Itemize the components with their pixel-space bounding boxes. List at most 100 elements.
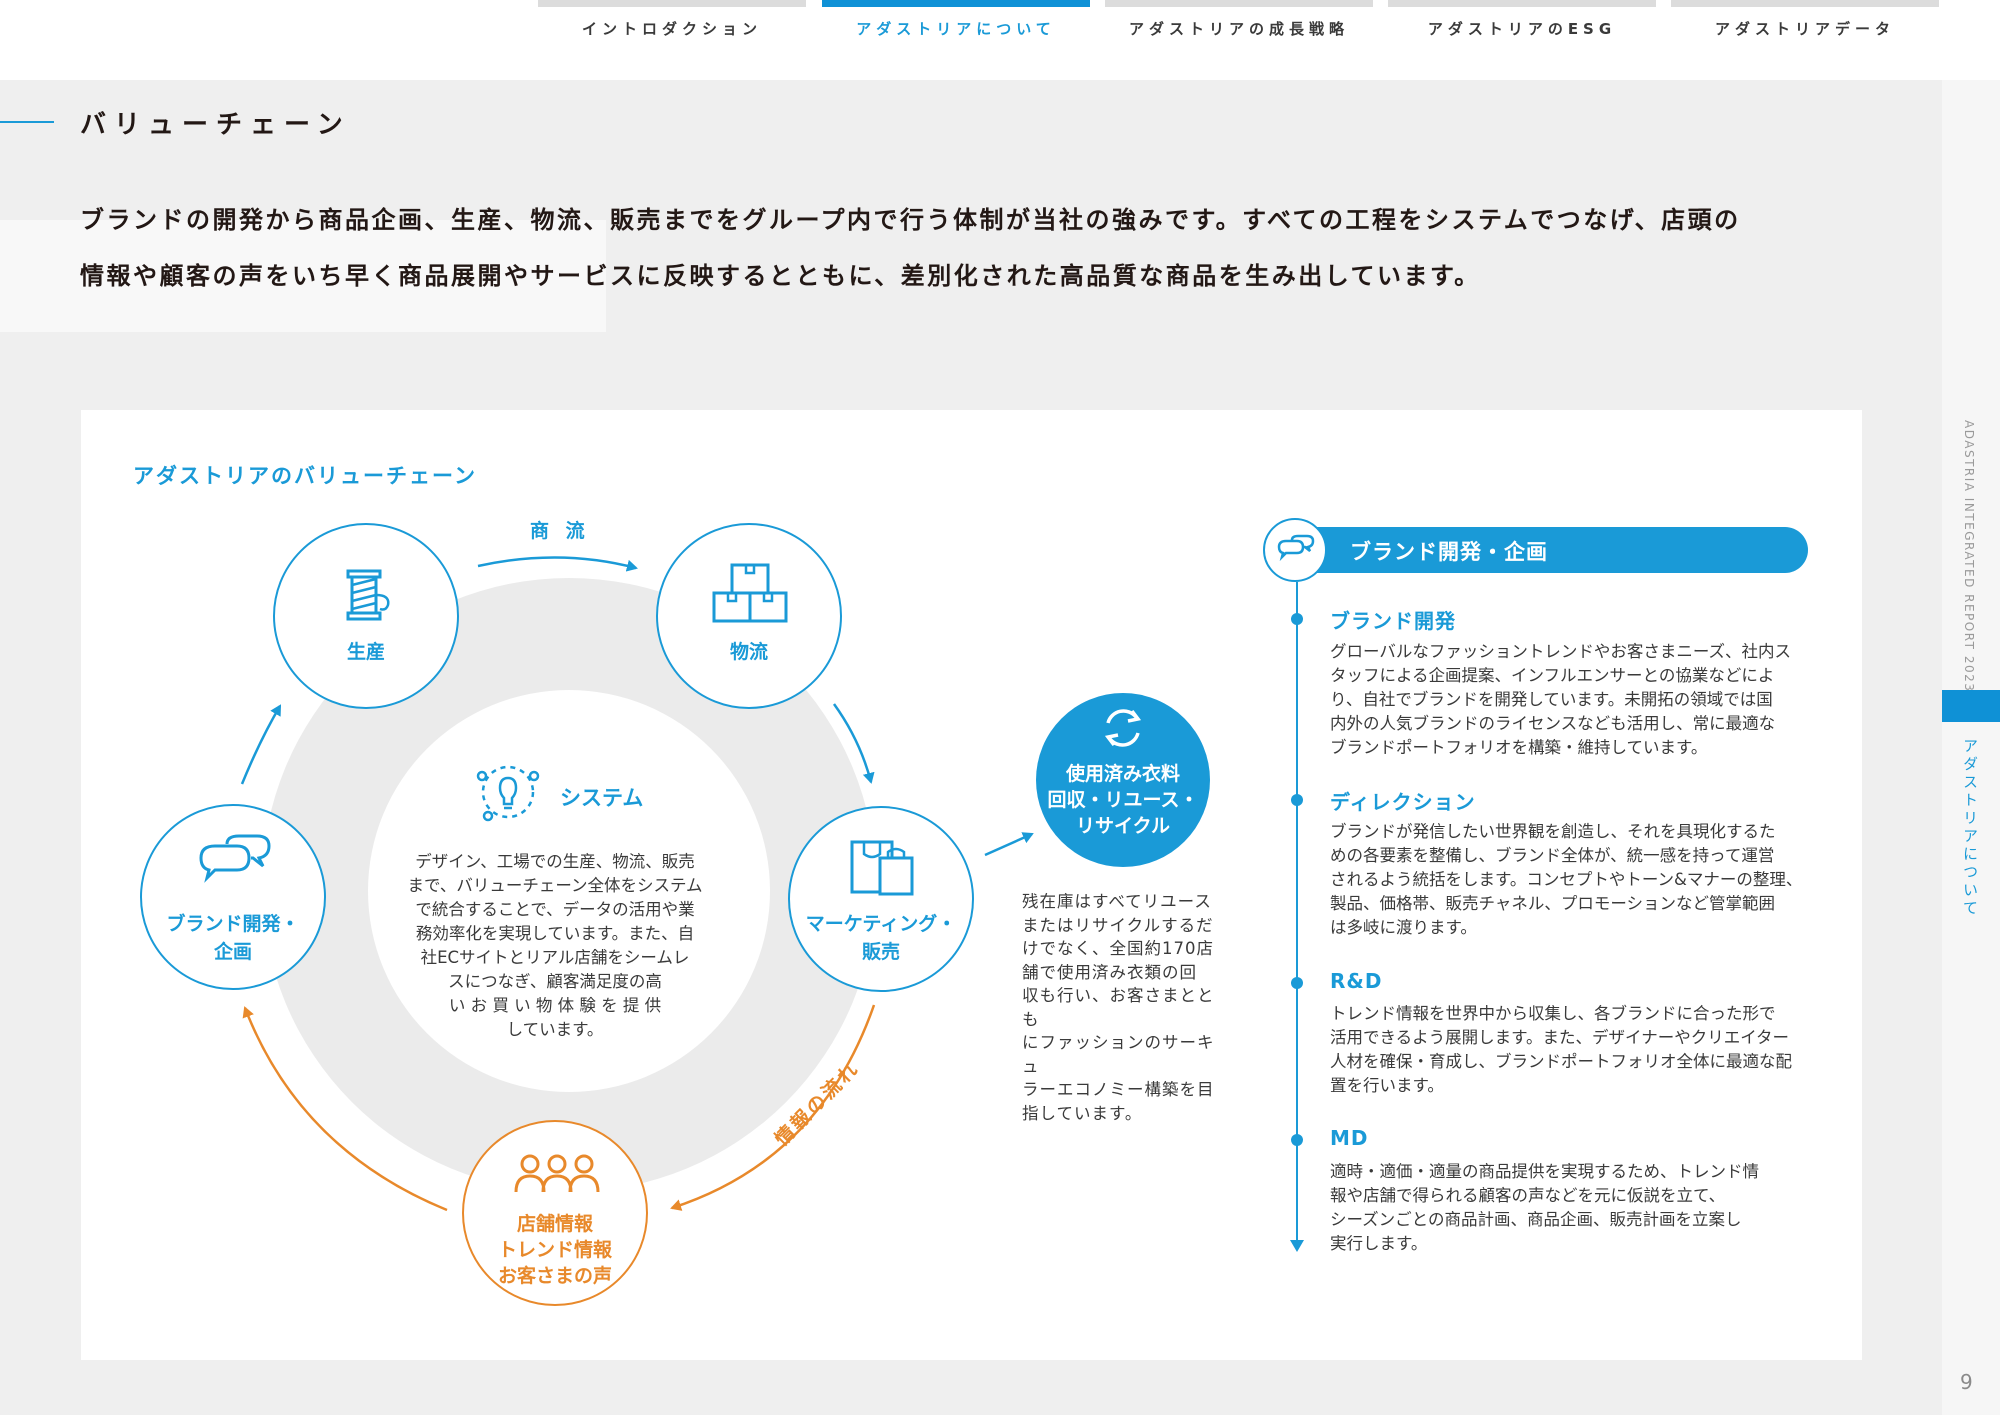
tab-esg[interactable]: アダストリアのESG	[1388, 0, 1656, 80]
node-marketing-sales: マーケティング・ 販売	[788, 806, 974, 992]
entry-text-line: 報や店舗で得られる顧客の声などを元に仮説を立て、	[1330, 1186, 1726, 1205]
side-index-marker[interactable]	[1942, 690, 2000, 722]
node-label: マーケティング・	[805, 913, 957, 935]
side-section-label[interactable]: アダストリアについて	[1960, 738, 1981, 918]
system-text-line: い お 買 い 物 体 験 を 提 供	[448, 996, 662, 1015]
diagram-title: アダストリアのバリューチェーン	[133, 464, 477, 488]
system-text-line: 務効率化を実現しています。また、自	[415, 924, 695, 943]
tab-label: アダストリアのESG	[1427, 20, 1617, 38]
entry-text-line: ブランドが発信したい世界観を創造し、それを具現化するた	[1330, 822, 1776, 841]
tab-indicator	[1388, 0, 1656, 7]
tab-indicator	[822, 0, 1090, 7]
recycle-text-line: 収も行い、お客さまととも	[1022, 986, 1215, 1029]
node-store-information: 店舗情報 トレンド情報 お客さまの声	[462, 1120, 648, 1306]
tab-label: アダストリアの成長戦略	[1128, 20, 1349, 38]
tab-indicator	[1105, 0, 1373, 7]
node-label: 物流	[729, 641, 768, 663]
tab-label: アダストリアについて	[856, 20, 1056, 38]
node-label: トレンド情報	[497, 1239, 612, 1261]
speech-bubbles-icon	[1277, 534, 1315, 562]
boxes-icon	[712, 563, 788, 623]
recycle-label-line: 回収・リユース・	[1047, 789, 1199, 811]
recycle-label-line: 使用済み衣料	[1065, 763, 1180, 785]
section-heading-rule	[0, 121, 54, 123]
entry-title-rnd: R&D	[1330, 969, 1383, 993]
node-label: ブランド開発・	[166, 913, 300, 935]
entry-text-line: 置を行います。	[1330, 1076, 1444, 1095]
lead-text-line-2: 情報や顧客の声をいち早く商品展開やサービスに反映するとともに、差別化された高品質…	[80, 262, 1481, 290]
timeline-dot	[1291, 794, 1303, 806]
system-text-line: しています。	[506, 1020, 604, 1039]
entry-title-direction: ディレクション	[1330, 790, 1476, 814]
report-page: イントロダクション アダストリアについて アダストリアの成長戦略 アダストリアの…	[0, 0, 2000, 1415]
tab-about-adastria[interactable]: アダストリアについて	[822, 0, 1090, 80]
lightbulb-icon	[476, 765, 540, 822]
entry-text-line: めの各要素を整備し、ブランド全体が、統一感を持って運営	[1330, 846, 1775, 865]
entry-body-direction: ブランドが発信したい世界観を創造し、それを具現化するた めの各要素を整備し、ブラ…	[1330, 820, 1810, 940]
system-text-line: デザイン、工場での生産、物流、販売	[415, 852, 695, 871]
entry-text-line: ブランドポートフォリオを構築・維持しています。	[1330, 738, 1708, 757]
timeline-dot	[1291, 977, 1303, 989]
entry-body-rnd: トレンド情報を世界中から収集し、各ブランドに合った形で 活用できるよう展開します…	[1330, 1002, 1810, 1098]
recycle-text-line: ラーエコノミー構築を目	[1022, 1080, 1215, 1099]
entry-title-md: MD	[1330, 1126, 1369, 1150]
recycle-description: 残在庫はすべてリユース またはリサイクルするだ けでなく、全国約170店 舗で使…	[1022, 890, 1227, 1125]
lead-text-line-1: ブランドの開発から商品企画、生産、物流、販売までをグループ内で行う体制が当社の強…	[80, 206, 1741, 234]
page-number: 9	[1960, 1370, 1973, 1394]
entry-text-line: 人材を確保・育成し、ブランドポートフォリオ全体に最適な配	[1330, 1052, 1792, 1071]
entry-text-line: タッフによる企画提案、インフルエンサーとの協業などによ	[1330, 666, 1775, 685]
node-brand-development: ブランド開発・ 企画	[140, 804, 326, 990]
tab-label: イントロダクション	[581, 20, 762, 38]
entry-text-line: り、自社でブランドを開発しています。未開拓の領域では国	[1330, 690, 1773, 709]
entry-title-brand-development: ブランド開発	[1330, 609, 1456, 633]
entry-text-line: 実行します。	[1330, 1234, 1428, 1253]
recycle-label-line: リサイクル	[1075, 815, 1171, 837]
entry-text-line: は多岐に渡ります。	[1330, 918, 1477, 937]
recycle-text-line: またはリサイクルするだ	[1022, 915, 1214, 935]
entry-text-line: グローバルなファッショントレンドやお客さまニーズ、社内ス	[1330, 642, 1792, 661]
node-label: 企画	[213, 941, 252, 963]
entry-text-line: シーズンごとの商品計画、商品企画、販売計画を立案し	[1330, 1210, 1742, 1229]
recycle-text-line: 残在庫はすべてリユース	[1022, 892, 1212, 911]
brand-panel-badge	[1263, 518, 1327, 582]
system-text-line: 社ECサイトとリアル店舗をシームレ	[420, 948, 690, 967]
tab-introduction[interactable]: イントロダクション	[538, 0, 806, 80]
tab-indicator	[1671, 0, 1939, 7]
tab-growth-strategy[interactable]: アダストリアの成長戦略	[1105, 0, 1373, 80]
recycle-node: 使用済み衣料 回収・リユース・ リサイクル	[1036, 693, 1210, 867]
entry-text-line: 製品、価格帯、販売チャネル、プロモーションなど管掌範囲	[1330, 894, 1776, 913]
report-title-vertical: ADASTRIA INTEGRATED REPORT 2023	[1962, 420, 1976, 693]
system-title: システム	[560, 786, 644, 810]
system-text-line: で統合することで、データの活用や業	[415, 900, 695, 919]
entry-text-line: トレンド情報を世界中から収集し、各ブランドに合った形で	[1330, 1004, 1776, 1023]
entry-text-line: されるよう統括をします。コンセプトやトーン&マナーの整理、	[1330, 870, 1803, 889]
recycle-text-line: 舗で使用済み衣類の回	[1022, 962, 1197, 982]
tab-label: アダストリアデータ	[1714, 20, 1895, 38]
brand-panel-title: ブランド開発・企画	[1350, 540, 1548, 564]
node-label: 生産	[346, 641, 385, 663]
people-icon	[514, 1154, 600, 1193]
node-logistics: 物流	[656, 523, 842, 709]
system-description: デザイン、工場での生産、物流、販売 まで、バリューチェーン全体をシステム で統合…	[395, 850, 715, 1042]
timeline-dot	[1291, 613, 1303, 625]
recycle-text-line: にファッションのサーキュ	[1022, 1033, 1215, 1076]
section-title: バリューチェーン	[80, 110, 351, 140]
node-production: 生産	[273, 523, 459, 709]
tab-data[interactable]: アダストリアデータ	[1671, 0, 1939, 80]
node-label: 販売	[861, 941, 900, 963]
entry-text-line: 活用できるよう展開します。また、デザイナーやクリエイター	[1330, 1028, 1790, 1047]
system-text-line: まで、バリューチェーン全体をシステム	[407, 876, 703, 895]
brand-panel-header: ブランド開発・企画	[1308, 527, 1808, 573]
entry-body-brand-development: グローバルなファッショントレンドやお客さまニーズ、社内ス タッフによる企画提案、…	[1330, 640, 1810, 760]
commerce-flow-label: 商 流	[530, 520, 590, 542]
thread-spool-icon	[346, 569, 390, 621]
timeline-arrow-icon	[1290, 1240, 1304, 1252]
timeline-dot	[1291, 1134, 1303, 1146]
entry-body-md: 適時・適価・適量の商品提供を実現するため、トレンド情 報や店舗で得られる顧客の声…	[1330, 1160, 1810, 1256]
system-text-line: スにつなぎ、顧客満足度の高	[448, 972, 662, 991]
entry-text-line: 内外の人気ブランドのライセンスなども活用し、常に最適な	[1330, 714, 1776, 733]
node-label: お客さまの声	[497, 1265, 612, 1287]
speech-bubbles-icon	[199, 834, 271, 883]
recycle-text-line: けでなく、全国約170店	[1022, 939, 1214, 958]
top-navigation: イントロダクション アダストリアについて アダストリアの成長戦略 アダストリアの…	[0, 0, 2000, 80]
